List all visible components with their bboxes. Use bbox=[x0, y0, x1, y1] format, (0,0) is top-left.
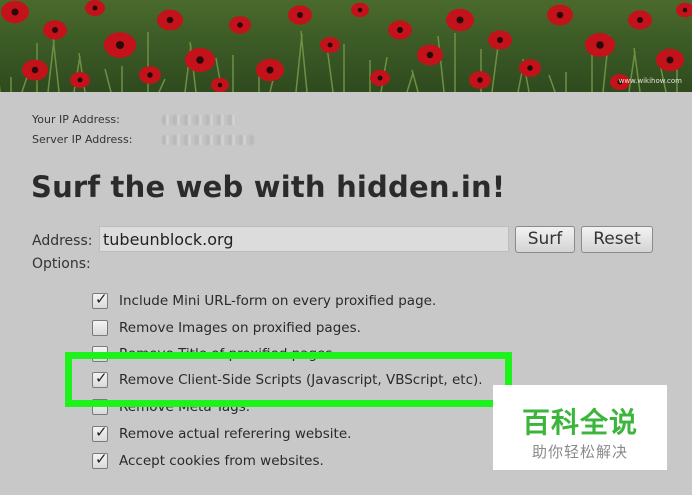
checkbox[interactable]: ✓ bbox=[92, 423, 108, 442]
poppy-center bbox=[527, 65, 533, 71]
option-label: Remove actual referering website. bbox=[119, 426, 352, 442]
highlight-box bbox=[65, 352, 512, 407]
poppy-center bbox=[266, 66, 274, 74]
poppy-center bbox=[666, 56, 674, 64]
poppy-center bbox=[426, 51, 434, 59]
server-ip-value-blurred bbox=[162, 135, 254, 145]
poppy-field-image bbox=[0, 0, 692, 92]
poppy-stem bbox=[633, 47, 641, 92]
poppy-stem bbox=[548, 74, 556, 92]
poppy-stem bbox=[628, 50, 636, 92]
poppy-center bbox=[477, 77, 483, 83]
poppy-center bbox=[327, 42, 333, 48]
your-ip-value-blurred bbox=[162, 115, 236, 125]
poppy-stem bbox=[104, 68, 112, 92]
poppy-center bbox=[456, 16, 464, 24]
option-label: Accept cookies from websites. bbox=[119, 453, 324, 469]
poppy-stem bbox=[411, 69, 419, 92]
address-label: Address: bbox=[32, 233, 93, 249]
reset-button[interactable]: Reset bbox=[581, 226, 653, 253]
address-input[interactable] bbox=[99, 226, 509, 252]
checkmark-icon: ✓ bbox=[95, 423, 108, 441]
option-label: Remove Images on proxified pages. bbox=[119, 320, 361, 336]
page-title: Surf the web with hidden.in! bbox=[31, 170, 506, 204]
poppy-stem bbox=[326, 46, 334, 92]
poppy-center bbox=[397, 27, 403, 33]
poppy-center bbox=[52, 27, 58, 33]
checkmark-icon: ✓ bbox=[95, 290, 108, 308]
poppy-center bbox=[357, 7, 363, 13]
poppy-stem bbox=[47, 39, 55, 92]
poppy-center bbox=[11, 8, 19, 16]
poppy-stem bbox=[491, 45, 499, 92]
poppy-stem bbox=[158, 78, 166, 92]
checkbox[interactable]: ✓ bbox=[92, 450, 108, 469]
checkbox[interactable] bbox=[92, 320, 108, 336]
your-ip-label: Your IP Address: bbox=[32, 113, 120, 126]
poppy-stem bbox=[406, 72, 414, 92]
poppy-center bbox=[92, 5, 98, 11]
header-banner-image: www.wikihow.com bbox=[0, 0, 692, 92]
watermark-title: 百科全说 bbox=[521, 406, 638, 439]
poppy-center bbox=[237, 22, 243, 28]
watermark-logo: 百科全说 助你轻松解决 bbox=[493, 385, 667, 470]
watermark-subtitle: 助你轻松解决 bbox=[531, 443, 628, 461]
banner-watermark-url: www.wikihow.com bbox=[618, 77, 682, 85]
poppy-center bbox=[196, 56, 204, 64]
checkmark-icon: ✓ bbox=[95, 450, 108, 468]
poppy-center bbox=[116, 41, 124, 49]
server-ip-label: Server IP Address: bbox=[32, 133, 133, 146]
poppy-center bbox=[497, 37, 503, 43]
poppy-stem bbox=[295, 33, 303, 92]
poppy-center bbox=[217, 82, 223, 88]
poppy-center bbox=[166, 16, 174, 24]
options-label: Options: bbox=[32, 256, 91, 272]
option-label: Include Mini URL-form on every proxified… bbox=[119, 293, 437, 309]
poppy-center bbox=[556, 11, 564, 19]
poppy-center bbox=[31, 66, 39, 74]
poppy-stem bbox=[52, 36, 60, 92]
poppy-stem bbox=[300, 30, 308, 92]
poppy-center bbox=[682, 7, 688, 13]
poppy-stem bbox=[437, 35, 445, 92]
poppy-center bbox=[297, 12, 303, 18]
poppy-center bbox=[637, 17, 643, 23]
poppy-center bbox=[596, 41, 604, 49]
surf-button[interactable]: Surf bbox=[515, 226, 575, 253]
checkbox[interactable]: ✓ bbox=[92, 290, 108, 309]
poppy-center bbox=[377, 75, 383, 81]
poppy-center bbox=[147, 72, 153, 78]
poppy-center bbox=[77, 77, 83, 83]
